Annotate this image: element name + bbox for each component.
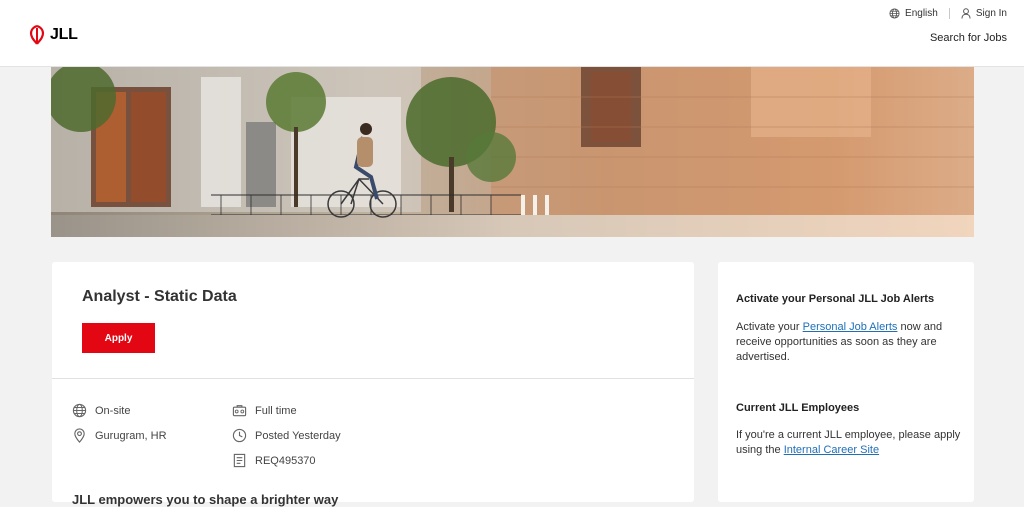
work-mode-label: On-site	[95, 404, 131, 417]
language-selector[interactable]: English	[889, 8, 938, 19]
search-jobs-link[interactable]: Search for Jobs	[930, 32, 1007, 44]
work-mode: On-site	[72, 403, 130, 418]
posted-date: Posted Yesterday	[232, 428, 341, 443]
hero-image	[51, 67, 974, 237]
clock-icon	[232, 428, 247, 443]
current-employees-heading: Current JLL Employees	[736, 402, 860, 414]
logo-text: JLL	[50, 26, 78, 43]
employment-type: Full time	[232, 403, 297, 418]
employment-type-label: Full time	[255, 404, 297, 417]
requisition-id: REQ495370	[232, 453, 316, 468]
card-divider	[52, 378, 694, 379]
user-icon	[961, 8, 971, 19]
hero-scene	[51, 67, 974, 237]
job-description-heading: JLL empowers you to shape a brighter way	[72, 492, 339, 507]
current-employees-text: If you're a current JLL employee, please…	[736, 428, 962, 458]
job-title: Analyst - Static Data	[82, 288, 237, 305]
language-label: English	[905, 8, 938, 19]
sign-in-label: Sign In	[975, 8, 1007, 19]
globe-icon	[889, 8, 900, 19]
document-icon	[233, 453, 246, 468]
personal-job-alerts-link[interactable]: Personal Job Alerts	[803, 321, 898, 333]
internal-career-site-link[interactable]: Internal Career Site	[784, 444, 879, 456]
job-alerts-heading: Activate your Personal JLL Job Alerts	[736, 293, 935, 305]
job-card: Analyst - Static Data Apply On-site Guru…	[52, 262, 694, 507]
utility-bar: English Sign In	[889, 8, 1007, 19]
site-header: JLL English Sign In Search for Jobs	[0, 0, 1024, 67]
job-alerts-text: Activate your Personal Job Alerts now an…	[736, 320, 962, 365]
sidebar-card: Activate your Personal JLL Job Alerts Ac…	[718, 262, 974, 502]
requisition-label: REQ495370	[255, 454, 316, 467]
location-label: Gurugram, HR	[95, 429, 167, 442]
posted-label: Posted Yesterday	[255, 429, 341, 442]
briefcase-icon	[232, 405, 247, 417]
utility-divider	[948, 8, 950, 19]
apply-button[interactable]: Apply	[82, 323, 155, 353]
map-pin-icon	[74, 428, 85, 443]
globe-icon	[72, 403, 87, 418]
job-alerts-text-start: Activate your	[736, 321, 803, 333]
sign-in-link[interactable]: Sign In	[961, 8, 1007, 19]
jll-logo[interactable]: JLL	[28, 24, 78, 46]
job-location: Gurugram, HR	[72, 428, 167, 443]
jll-swirl-logo-icon	[29, 25, 45, 45]
